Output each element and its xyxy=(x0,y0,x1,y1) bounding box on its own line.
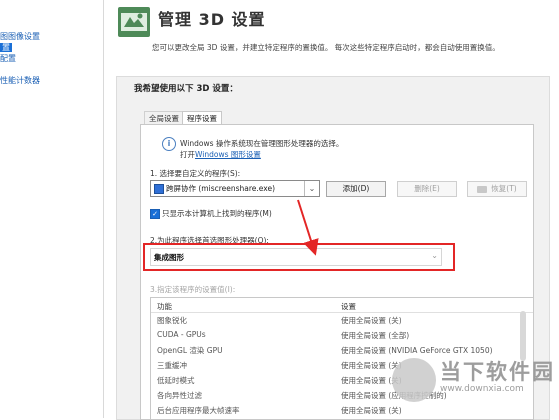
panel-title: 我希望使用以下 3D 设置： xyxy=(134,84,238,94)
windows-graphics-link-row: 打开Windows 图形设置 xyxy=(180,149,261,160)
scrollbar[interactable] xyxy=(520,311,526,361)
info-icon: i xyxy=(162,137,176,151)
header: 管理 3D 设置 您可以更改全局 3D 设置，并建立特定程序的置换值。 每次这些… xyxy=(104,0,559,70)
step3-label: 3.指定该程序的设置值(I): xyxy=(150,285,236,294)
setting-cell: 使用全局设置 (关) xyxy=(341,361,402,370)
sidebar-item-perf-counters[interactable]: 性能计数器 xyxy=(0,75,40,86)
page-title: 管理 3D 设置 xyxy=(158,10,266,29)
tab-program-settings[interactable]: 程序设置 xyxy=(182,111,222,125)
program-select-value: 跨屏协作 (miscreenshare.exe) xyxy=(166,184,276,193)
feature-cell: 低延时模式 xyxy=(157,376,195,385)
sidebar-item-config[interactable]: 配置 xyxy=(0,53,16,64)
table-row[interactable]: OpenGL 渲染 GPU 使用全局设置 (NVIDIA GeForce GTX … xyxy=(151,343,521,357)
nvidia-3d-icon xyxy=(118,7,150,37)
sidebar-item-selected-label: 置 xyxy=(0,43,12,52)
column-setting: 设置 xyxy=(341,302,356,311)
feature-cell: 图象锐化 xyxy=(157,316,187,325)
watermark-url: www.downxia.com xyxy=(440,384,524,394)
setting-cell: 使用全局设置 (NVIDIA GeForce GTX 1050) xyxy=(341,346,493,355)
feature-cell: 后台应用程序最大帧速率 xyxy=(157,406,240,415)
show-local-programs-checkbox[interactable]: ✓ xyxy=(150,209,160,219)
setting-cell: 使用全局设置 (全部) xyxy=(341,331,410,340)
sidebar: 图图像设置 置 配置 性能计数器 xyxy=(0,0,104,418)
feature-cell: CUDA - GPUs xyxy=(157,330,206,339)
watermark-text: 当下软件园 xyxy=(440,360,555,384)
restore-label: 恢复(T) xyxy=(491,184,517,193)
add-program-button[interactable]: 添加(D) xyxy=(326,181,386,197)
program-app-icon xyxy=(154,184,164,194)
feature-cell: 各向异性过滤 xyxy=(157,391,202,400)
step1-label: 1. 选择要自定义的程序(S): xyxy=(150,169,241,178)
table-row[interactable]: CUDA - GPUs 使用全局设置 (全部) xyxy=(151,328,521,342)
sidebar-item-image-settings[interactable]: 图图像设置 xyxy=(0,31,40,42)
windows-graphics-settings-link[interactable]: Windows 图形设置 xyxy=(195,150,261,159)
sidebar-item-selected[interactable]: 置 xyxy=(0,42,12,53)
watermark-logo xyxy=(392,358,436,402)
annotation-highlight-box xyxy=(143,243,455,271)
delete-program-button[interactable]: 删除(E) xyxy=(397,181,457,197)
chevron-down-icon[interactable]: ⌄ xyxy=(304,181,319,196)
open-prefix: 打开 xyxy=(180,150,195,159)
program-select[interactable]: 跨屏协作 (miscreenshare.exe) ⌄ xyxy=(150,180,320,197)
page-description: 您可以更改全局 3D 设置，并建立特定程序的置换值。 每次这些特定程序启动时，都… xyxy=(152,43,500,52)
table-header: 功能 设置 xyxy=(151,298,533,313)
windows-gpu-info-text: Windows 操作系统现在管理图形处理器的选择。 xyxy=(180,139,344,148)
setting-cell: 使用全局设置 (关) xyxy=(341,316,402,325)
setting-cell: 使用全局设置 (关) xyxy=(341,406,402,415)
table-row[interactable]: 后台应用程序最大帧速率 使用全局设置 (关) xyxy=(151,403,521,417)
feature-cell: 三重缓冲 xyxy=(157,361,187,370)
feature-cell: OpenGL 渲染 GPU xyxy=(157,346,223,355)
table-row[interactable]: 图象锐化 使用全局设置 (关) xyxy=(151,313,521,327)
column-feature: 功能 xyxy=(157,302,172,311)
tab-global-settings[interactable]: 全局设置 xyxy=(144,111,184,125)
nvidia-logo-icon xyxy=(477,185,488,193)
show-local-programs-label: 只显示本计算机上找到的程序(M) xyxy=(162,209,272,218)
restore-program-button[interactable]: 恢复(T) xyxy=(467,181,527,197)
